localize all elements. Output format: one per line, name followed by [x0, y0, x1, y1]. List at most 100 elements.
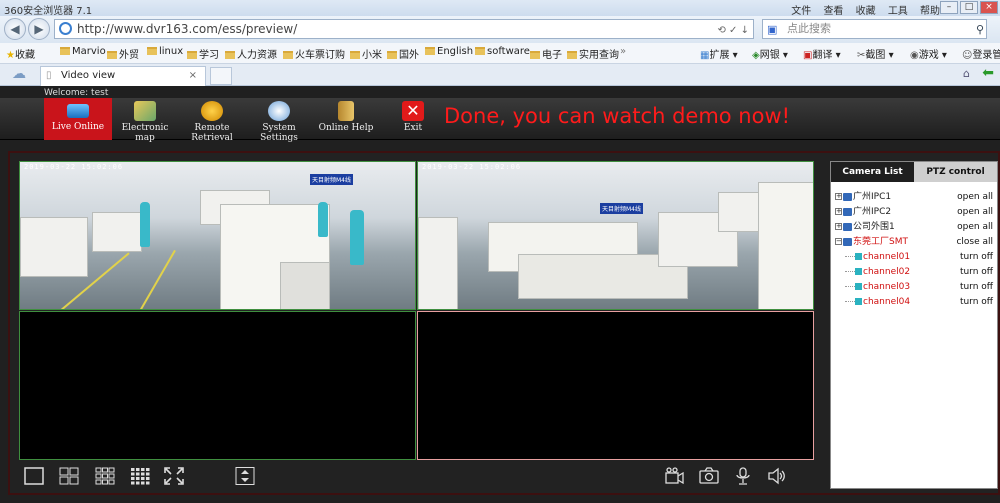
search-input[interactable]: ▣ 点此搜索 ⚲ [762, 19, 987, 39]
record-icon[interactable] [665, 467, 685, 485]
device-icon [843, 207, 852, 216]
live-online-button[interactable]: Live Online [44, 98, 112, 140]
back-button[interactable]: ◀ [4, 18, 26, 40]
video-pane-1[interactable]: 天目射频M4线 2019-03-22 15:02:06 [19, 161, 416, 310]
fav-folder[interactable]: 外贸 [107, 46, 139, 61]
tab-bar: ☁ ▯ Video view × ⌂ ⬅ [0, 64, 1000, 86]
tab-camera-list[interactable]: Camera List [831, 162, 914, 182]
fav-folder[interactable]: 学习 [187, 46, 219, 61]
expand-icon[interactable]: + [835, 193, 842, 200]
fav-folder[interactable]: Marvio [60, 46, 106, 57]
new-tab-button[interactable] [210, 67, 232, 85]
talk-microphone-icon[interactable] [733, 467, 753, 485]
tree-channel[interactable]: channel03 turn off [835, 280, 995, 295]
address-bar: ◀ ▶ http://www.dvr163.com/ess/preview/ ⟲… [0, 16, 1000, 43]
video-control-bar [19, 463, 814, 491]
fav-folder[interactable]: 实用查询 [567, 46, 619, 61]
search-icon[interactable]: ⚲ [976, 21, 984, 39]
fav-folder[interactable]: 人力资源 [225, 46, 277, 61]
tree-channel[interactable]: channel01 turn off [835, 250, 995, 265]
layout-3x3-icon[interactable] [95, 467, 115, 485]
close-tab-icon[interactable]: × [189, 67, 197, 85]
open-all-link[interactable]: open all [957, 220, 993, 235]
games-button[interactable]: ◉游戏 ▾ [910, 46, 947, 61]
extensions-button[interactable]: ▦扩展 ▾ [700, 46, 738, 61]
turn-off-link[interactable]: turn off [960, 265, 993, 280]
fav-folder[interactable]: 小米 [350, 46, 382, 61]
home-icon[interactable]: ⌂ [963, 67, 970, 80]
turn-off-link[interactable]: turn off [960, 280, 993, 295]
layout-1x1-icon[interactable] [24, 467, 44, 485]
fav-folder[interactable]: 国外 [387, 46, 419, 61]
page-icon: ▯ [46, 70, 52, 81]
video-grid: 天目射频M4线 2019-03-22 15:02:06 天目射频M4线 2019… [19, 161, 814, 461]
forward-button[interactable]: ▶ [28, 18, 50, 40]
tab-video-view[interactable]: ▯ Video view × [40, 66, 206, 86]
factory-camera-feed: 天目射频M4线 [20, 162, 415, 309]
video-pane-3[interactable] [19, 311, 416, 460]
close-all-link[interactable]: close all [956, 235, 993, 250]
open-all-link[interactable]: open all [957, 205, 993, 220]
electronic-map-button[interactable]: Electronic map [114, 98, 176, 143]
tree-device[interactable]: + 广州IPC2 open all [835, 205, 995, 220]
login-button[interactable]: ☺登录管 [962, 46, 1000, 61]
app-toolbar: Live Online Electronic map Remote Retrie… [0, 98, 1000, 143]
collapse-icon[interactable]: − [835, 238, 842, 245]
fav-folder[interactable]: linux [147, 46, 183, 57]
device-icon [843, 192, 852, 201]
close-window-button[interactable]: × [980, 1, 998, 14]
screenshot-button[interactable]: ✂截图 ▾ [857, 46, 894, 61]
fav-folder[interactable]: 电子 [530, 46, 562, 61]
expand-icon[interactable]: + [835, 223, 842, 230]
video-pane-2[interactable]: 天目射频M4线 2019-03-22 15:02:06 [417, 161, 814, 310]
stream-toggle-icon[interactable] [235, 467, 255, 485]
layout-4x4-icon[interactable] [130, 467, 150, 485]
remote-retrieval-button[interactable]: Remote Retrieval [178, 98, 246, 143]
fav-folder[interactable]: 火车票订购 [283, 46, 345, 61]
bank-button[interactable]: ◈网银 ▾ [752, 46, 788, 61]
url-tools-icon[interactable]: ⟲ ✓ ↓ [718, 22, 750, 40]
url-input[interactable]: http://www.dvr163.com/ess/preview/ ⟲ ✓ ↓ [54, 19, 754, 39]
welcome-text: Welcome: test [44, 88, 109, 98]
system-settings-button[interactable]: System Settings [248, 98, 310, 143]
fav-folder[interactable]: software [475, 46, 530, 57]
cloud-icon[interactable]: ☁ [12, 66, 26, 82]
url-text: http://www.dvr163.com/ess/preview/ [77, 22, 298, 36]
device-icon [843, 237, 852, 246]
turn-off-link[interactable]: turn off [960, 295, 993, 310]
tree-channel[interactable]: channel04 turn off [835, 295, 995, 310]
video-pane-4[interactable] [417, 311, 814, 460]
minimize-button[interactable]: – [940, 1, 958, 14]
snapshot-icon[interactable] [699, 467, 719, 485]
audio-speaker-icon[interactable] [767, 467, 787, 485]
translate-button[interactable]: ▣翻译 ▾ [803, 46, 841, 61]
tree-device-selected[interactable]: − 东莞工厂SMT close all [835, 235, 995, 250]
browser-title: 360安全浏览器 7.1 [4, 6, 93, 17]
tree-device[interactable]: + 公司外围1 open all [835, 220, 995, 235]
turn-off-link[interactable]: turn off [960, 250, 993, 265]
demo-banner: Done, you can watch demo now! [444, 104, 791, 128]
tree-device[interactable]: + 广州IPC1 open all [835, 190, 995, 205]
tree-channel[interactable]: channel02 turn off [835, 265, 995, 280]
preview-area: 天目射频M4线 2019-03-22 15:02:06 天目射频M4线 2019… [8, 151, 1000, 495]
search-engine-icon[interactable]: ▣ [767, 21, 777, 39]
camera-panel: Camera List PTZ control + 广州IPC1 open all … [830, 161, 998, 489]
maximize-button[interactable]: □ [960, 1, 978, 14]
panel-tabs: Camera List PTZ control [831, 162, 997, 182]
layout-2x2-icon[interactable] [59, 467, 79, 485]
tab-title: Video view [61, 70, 116, 81]
expand-icon[interactable]: + [835, 208, 842, 215]
back-arrow-icon[interactable]: ⬅ [982, 65, 994, 81]
more-chevron-icon[interactable]: » [620, 46, 626, 57]
open-all-link[interactable]: open all [957, 190, 993, 205]
favorites-label[interactable]: ★收藏 [6, 46, 35, 61]
factory-camera-feed: 天目射频M4线 [418, 162, 813, 309]
fav-folder[interactable]: English [425, 46, 473, 57]
online-help-button[interactable]: Online Help [318, 98, 374, 140]
exit-button[interactable]: ✕ Exit [394, 98, 432, 140]
fullscreen-icon[interactable] [164, 467, 184, 485]
osd-timestamp: 2019-03-22 15:02:06 [422, 163, 522, 171]
channel-icon [855, 298, 862, 305]
browser-titlebar: 360安全浏览器 7.1 文件 查看 收藏 工具 帮助 – □ × [0, 0, 1000, 17]
tab-ptz-control[interactable]: PTZ control [914, 162, 997, 182]
